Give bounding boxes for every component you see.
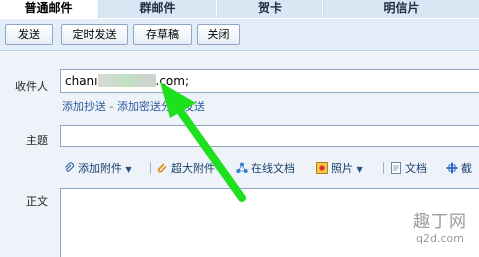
separate-send-link[interactable]: 分别发送 — [161, 100, 205, 113]
add-bcc-link[interactable]: 添加密送 — [117, 100, 161, 113]
recipient-value-prefix: chanı — [65, 74, 98, 88]
watermark: 趣丁网 q2d.com — [404, 212, 476, 245]
share-nodes-icon — [236, 162, 248, 173]
tab-group-mail[interactable]: 群邮件 — [99, 0, 217, 18]
toolbar-divider — [150, 162, 151, 174]
add-attachment-button[interactable]: 添加附件 ▼ — [63, 160, 132, 176]
document-icon — [391, 162, 401, 174]
timed-send-button[interactable]: 定时发送 — [61, 24, 128, 45]
big-attachment-icon — [157, 163, 167, 173]
document-button[interactable]: 文档 — [390, 160, 427, 176]
photo-icon — [316, 162, 328, 174]
subject-input[interactable] — [60, 125, 479, 147]
online-document-label: 在线文档 — [251, 162, 295, 175]
tab-greeting-card[interactable]: 贺卡 — [218, 0, 323, 18]
chevron-down-icon[interactable]: ▼ — [126, 165, 132, 174]
cc-links-row: 添加抄送 - 添加密送分别发送 — [62, 98, 205, 114]
add-cc-link[interactable]: 添加抄送 — [62, 100, 106, 113]
compose-toolbar: 发送 定时发送 存草稿 关闭 — [0, 19, 479, 51]
compose-tab-bar: 普通邮件 群邮件 贺卡 明信片 — [0, 0, 479, 19]
watermark-title: 趣丁网 — [413, 212, 467, 232]
document-label: 文档 — [405, 162, 427, 175]
recipient-value-suffix: .com; — [155, 74, 190, 88]
paperclip-icon — [65, 162, 75, 172]
close-button[interactable]: 关闭 — [197, 24, 240, 45]
screenshot-label: 截 — [461, 162, 472, 175]
attachment-toolbar: 添加附件 ▼ 超大附件 在线文档 照片 ▼ 文档 截 — [60, 158, 479, 178]
link-separator: - — [106, 100, 117, 113]
online-document-button[interactable]: 在线文档 — [236, 160, 295, 176]
tab-postcard[interactable]: 明信片 — [324, 0, 479, 18]
tab-normal-mail[interactable]: 普通邮件 — [0, 0, 98, 19]
subject-label: 主题 — [26, 134, 48, 147]
body-label: 正文 — [26, 195, 48, 208]
chevron-down-icon[interactable]: ▼ — [357, 165, 363, 174]
recipient-input[interactable]: chanı .com; — [60, 69, 479, 93]
send-button[interactable]: 发送 — [5, 24, 53, 45]
watermark-url: q2d.com — [416, 232, 464, 245]
photo-label: 照片 — [331, 162, 353, 175]
photo-button[interactable]: 照片 ▼ — [316, 160, 363, 176]
super-attachment-label: 超大附件 — [171, 162, 215, 175]
add-attachment-label: 添加附件 — [78, 162, 122, 175]
save-draft-button[interactable]: 存草稿 — [133, 24, 192, 45]
screenshot-icon — [446, 162, 458, 174]
redacted-blur — [97, 74, 156, 87]
recipient-label: 收件人 — [15, 80, 48, 93]
toolbar-divider — [383, 162, 384, 174]
super-attachment-button[interactable]: 超大附件 — [156, 160, 215, 176]
screenshot-button[interactable]: 截 — [446, 160, 472, 176]
